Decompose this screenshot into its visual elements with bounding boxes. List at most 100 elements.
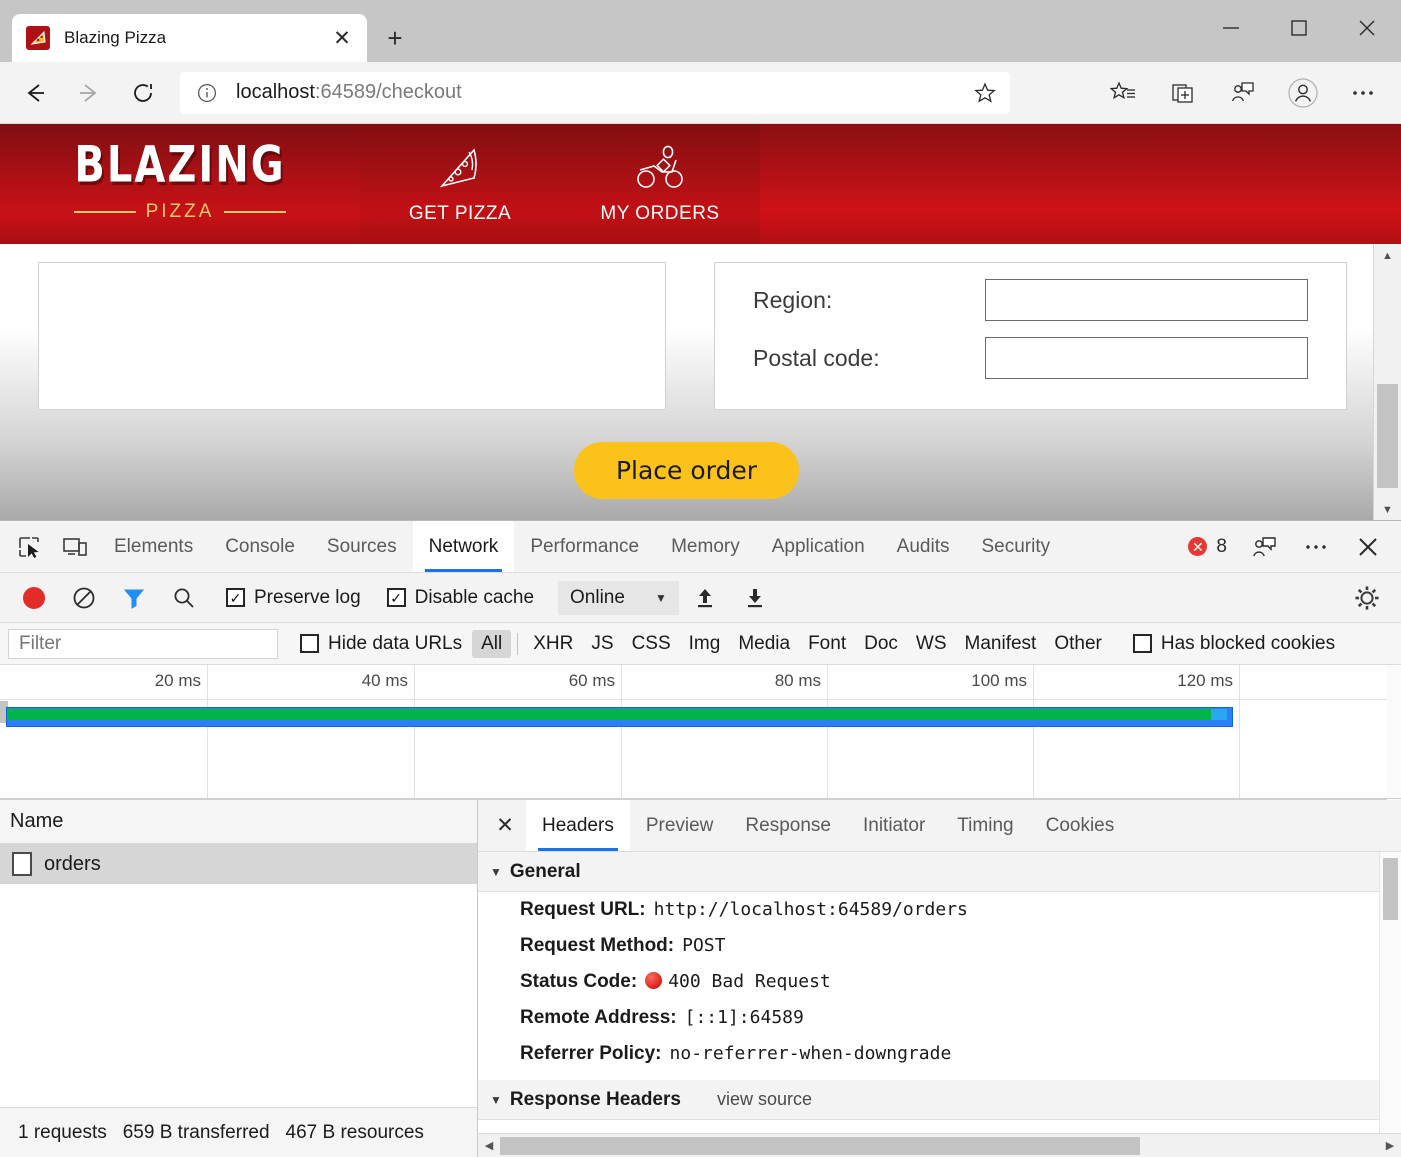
maximize-icon[interactable] [1265,0,1333,56]
overview-tick-100ms: 100 ms [828,665,1034,799]
search-icon[interactable] [160,578,208,618]
tab-initiator[interactable]: Initiator [847,800,941,851]
tab-security[interactable]: Security [965,521,1066,572]
header-row-request-method: Request Method: POST [478,928,1379,964]
tab-sources[interactable]: Sources [311,521,413,572]
filter-type-css[interactable]: CSS [623,630,680,658]
close-detail-icon[interactable]: ✕ [484,800,526,851]
back-arrow-icon[interactable] [13,71,57,115]
more-settings-icon[interactable] [1341,71,1385,115]
checkout-cards: Region: Postal code: [0,244,1373,410]
import-har-icon[interactable] [681,578,729,618]
filter-type-js[interactable]: JS [582,630,622,658]
has-blocked-cookies-checkbox[interactable]: Has blocked cookies [1132,633,1335,655]
minimize-icon[interactable] [1197,0,1265,56]
page-vertical-scrollbar[interactable]: ▲ ▼ [1373,244,1401,522]
request-list[interactable]: orders [0,844,477,1107]
general-section-header[interactable]: ▼ General [478,852,1379,892]
tab-application[interactable]: Application [756,521,881,572]
response-headers-section-header[interactable]: ▼ Response Headers view source [478,1080,1379,1120]
scroll-down-arrow-icon[interactable]: ▼ [1374,498,1401,522]
record-button[interactable] [10,578,58,618]
tab-audits[interactable]: Audits [881,521,966,572]
overview-tick-60ms: 60 ms [415,665,622,799]
nav-my-orders[interactable]: MY ORDERS [560,124,760,244]
overview-scrollbar[interactable] [1387,665,1401,800]
overview-bar-cyan [1211,709,1227,720]
tab-headers[interactable]: Headers [526,800,630,851]
clear-icon[interactable] [60,578,108,618]
tab-console[interactable]: Console [209,521,311,572]
close-devtools-icon[interactable] [1345,534,1391,560]
response-headers-title: Response Headers [509,1088,681,1110]
hide-data-urls-checkbox[interactable]: Hide data URLs [300,633,462,655]
gear-icon[interactable] [1343,578,1391,618]
devtools-tabbar: Elements Console Sources Network Perform… [0,521,1401,573]
tab-preview-label: Preview [645,814,714,836]
overview-tick-120ms: 120 ms [1034,665,1240,799]
detail-hscroll-track[interactable] [500,1134,1379,1157]
device-toolbar-icon[interactable] [52,521,98,572]
region-input[interactable] [985,279,1308,321]
address-bar[interactable]: localhost:64589/checkout [180,71,1010,114]
table-row[interactable]: orders [0,844,477,884]
filter-type-img[interactable]: Img [680,630,730,658]
disable-cache-checkbox[interactable]: ✓ Disable cache [379,587,542,609]
view-source-link[interactable]: view source [717,1089,812,1110]
tab-timing[interactable]: Timing [941,800,1029,851]
filter-type-all[interactable]: All [472,629,512,658]
info-icon[interactable] [194,80,220,106]
filter-funnel-icon[interactable] [110,578,158,618]
favorites-list-icon[interactable] [1101,71,1145,115]
tab-performance[interactable]: Performance [514,521,655,572]
filter-type-manifest[interactable]: Manifest [956,630,1046,658]
region-label: Region: [753,286,833,313]
filter-type-other[interactable]: Other [1045,630,1111,658]
collections-icon[interactable] [1161,71,1205,115]
favorite-star-icon[interactable] [968,76,1002,110]
filter-type-doc[interactable]: Doc [855,630,907,658]
feedback-icon[interactable] [1241,534,1287,560]
throttling-select[interactable]: Online ▼ [558,580,679,615]
tab-memory[interactable]: Memory [655,521,756,572]
filter-type-font[interactable]: Font [799,630,855,658]
network-overview[interactable]: 20 ms 40 ms 60 ms 80 ms 100 ms 120 ms [0,665,1401,800]
tab-network[interactable]: Network [412,521,515,572]
tab-cookies[interactable]: Cookies [1030,800,1131,851]
place-order-button[interactable]: Place order [573,442,800,499]
profile-icon[interactable] [1281,71,1325,115]
referrer-policy-key: Referrer Policy: [520,1043,662,1064]
filter-input[interactable] [8,628,278,659]
new-tab-button[interactable]: + [375,18,415,58]
page-scroll-thumb[interactable] [1377,384,1398,488]
tab-response[interactable]: Response [729,800,847,851]
close-icon[interactable]: ✕ [327,23,357,53]
tab-response-label: Response [745,814,831,836]
request-column-header[interactable]: Name [0,800,477,844]
reload-icon[interactable] [121,71,165,115]
filter-type-media[interactable]: Media [729,630,799,658]
export-har-icon[interactable] [731,578,779,618]
nav-get-pizza[interactable]: GET PIZZA [360,124,560,244]
browser-tab[interactable]: Blazing Pizza ✕ [12,14,367,62]
filter-type-ws[interactable]: WS [907,630,956,658]
close-icon[interactable] [1333,0,1401,56]
detail-vertical-scrollbar[interactable] [1379,852,1401,1133]
preserve-log-checkbox[interactable]: ✓ Preserve log [218,587,369,609]
detail-horizontal-scrollbar[interactable]: ◀ ▶ [478,1133,1401,1157]
more-options-icon[interactable] [1293,534,1339,560]
request-method-value: POST [682,935,726,956]
inspect-element-icon[interactable] [6,521,52,572]
tab-preview[interactable]: Preview [630,800,730,851]
site-logo[interactable]: BLAZING PIZZA [0,124,360,244]
scroll-left-arrow-icon[interactable]: ◀ [478,1139,500,1152]
scroll-up-arrow-icon[interactable]: ▲ [1374,244,1401,268]
filter-type-xhr[interactable]: XHR [524,630,582,658]
scroll-right-arrow-icon[interactable]: ▶ [1379,1139,1401,1152]
postal-code-input[interactable] [985,337,1308,379]
error-count-badge[interactable]: ✕ 8 [1180,536,1235,558]
detail-scroll-thumb[interactable] [1383,858,1398,920]
tab-elements[interactable]: Elements [98,521,209,572]
feedback-icon[interactable] [1221,71,1265,115]
detail-hscroll-thumb[interactable] [500,1136,1140,1155]
